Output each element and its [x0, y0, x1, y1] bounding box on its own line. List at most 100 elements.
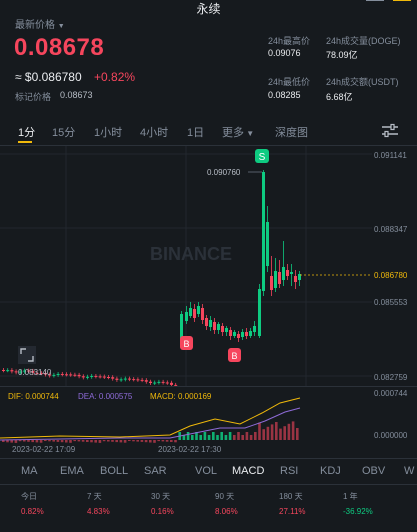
macd-bar [111, 440, 114, 442]
sell-marker: S [255, 149, 269, 163]
candle [185, 312, 188, 321]
perf-label-90d: 90 天 [215, 492, 235, 501]
macd-bar [254, 432, 257, 440]
candle [274, 271, 277, 288]
macd-bar [90, 440, 93, 443]
tab-1m[interactable]: 1分 [18, 124, 35, 140]
candle [245, 332, 248, 336]
tab-4h[interactable]: 4小时 [140, 124, 168, 140]
macd-chart[interactable] [0, 386, 372, 444]
macd-bar [10, 440, 13, 443]
macd-bar [69, 440, 72, 443]
indicator-vol[interactable]: VOL [195, 465, 217, 477]
candle [157, 381, 161, 383]
candle [2, 370, 5, 371]
candle [294, 276, 297, 282]
macd-bar [153, 440, 156, 443]
macd-bar [107, 440, 110, 442]
indicator-ma[interactable]: MA [21, 465, 38, 477]
candle [119, 379, 123, 381]
candle [60, 373, 64, 375]
macd-bar [39, 440, 43, 443]
indicator-macd[interactable]: MACD [232, 465, 264, 477]
tab-more[interactable]: 更多 ▼ [222, 124, 254, 140]
candle [213, 322, 216, 330]
macd-bar [73, 440, 76, 442]
candle [52, 374, 56, 376]
candle [209, 320, 212, 327]
macd-bar [228, 432, 232, 440]
macd-bar [31, 440, 34, 443]
candle [217, 324, 220, 330]
candle [225, 328, 228, 332]
macd-bar [144, 440, 148, 443]
indicator-ema[interactable]: EMA [60, 465, 84, 477]
perf-label-30d: 30 天 [151, 492, 171, 501]
indicator-boll[interactable]: BOLL [100, 465, 128, 477]
candle [253, 326, 256, 332]
mark-price-value: 0.08673 [60, 90, 93, 100]
macd-bar [283, 426, 286, 440]
macd-bar [224, 435, 228, 440]
candle [149, 381, 152, 383]
candle [56, 373, 60, 375]
chart-settings-icon[interactable] [380, 123, 400, 139]
macd-bar [77, 440, 81, 442]
low-price-label: 0.083140 [18, 368, 52, 377]
candle [270, 276, 273, 290]
candle [90, 375, 94, 377]
macd-bar [115, 440, 118, 443]
tab-1d[interactable]: 1日 [187, 124, 204, 140]
favorite-icon[interactable] [393, 0, 411, 4]
latest-price-label[interactable]: 最新价格 ▼ [15, 16, 65, 31]
candle [65, 374, 68, 376]
amt-24h-label: 24h成交额(USDT) [326, 77, 399, 87]
macd-bar [296, 428, 299, 440]
candle [69, 374, 73, 376]
tab-1h[interactable]: 1小时 [94, 124, 122, 140]
indicator-w[interactable]: W [404, 465, 414, 477]
indicator-rsi[interactable]: RSI [280, 465, 298, 477]
macd-bar [291, 421, 295, 440]
macd-bar [123, 440, 127, 443]
macd-bar [203, 432, 207, 440]
x-axis-date: 2023-02-22 17:09 [12, 445, 76, 454]
candle [102, 376, 106, 378]
perf-value-7d: 4.83% [87, 507, 110, 516]
menu-icon[interactable] [366, 0, 384, 4]
macd-bar [161, 440, 165, 442]
sell-marker-label: S [259, 152, 266, 163]
tab-15m[interactable]: 15分 [52, 124, 75, 140]
candle [140, 379, 144, 381]
macd-bar [140, 440, 144, 442]
macd-bar [186, 432, 190, 440]
candlestick-chart[interactable]: BINANCE 0.090760 0.083140 S B B 0.091141… [0, 146, 417, 386]
candle [290, 272, 293, 274]
x-axis-date: 2023-02-22 17:30 [158, 445, 222, 454]
candle [6, 370, 10, 372]
low-24h-label: 24h最低价 [268, 77, 311, 87]
perf-value-today: 0.82% [21, 507, 44, 516]
macd-bar [98, 440, 102, 443]
macd-bar [165, 440, 169, 442]
macd-bar [258, 422, 261, 440]
candle [205, 318, 208, 326]
candle [165, 382, 169, 384]
y-axis-label: 0.082759 [374, 373, 408, 382]
candle [81, 376, 85, 378]
mark-price-label: 标记价格 [15, 92, 52, 102]
indicator-sar[interactable]: SAR [144, 465, 167, 477]
macd-bar [35, 440, 39, 443]
macd-bar [262, 429, 265, 440]
binance-watermark: BINANCE [150, 244, 232, 264]
perf-label-today: 今日 [21, 492, 37, 501]
expand-icon[interactable] [18, 346, 36, 364]
macd-bar [174, 440, 177, 443]
tab-depth[interactable]: 深度图 [275, 124, 308, 140]
indicator-kdj[interactable]: KDJ [320, 465, 341, 477]
indicator-obv[interactable]: OBV [362, 465, 385, 477]
tab-more-label: 更多 [222, 127, 244, 139]
macd-bar [220, 432, 223, 440]
macd-bar [52, 440, 55, 442]
macd-bar [275, 422, 278, 440]
